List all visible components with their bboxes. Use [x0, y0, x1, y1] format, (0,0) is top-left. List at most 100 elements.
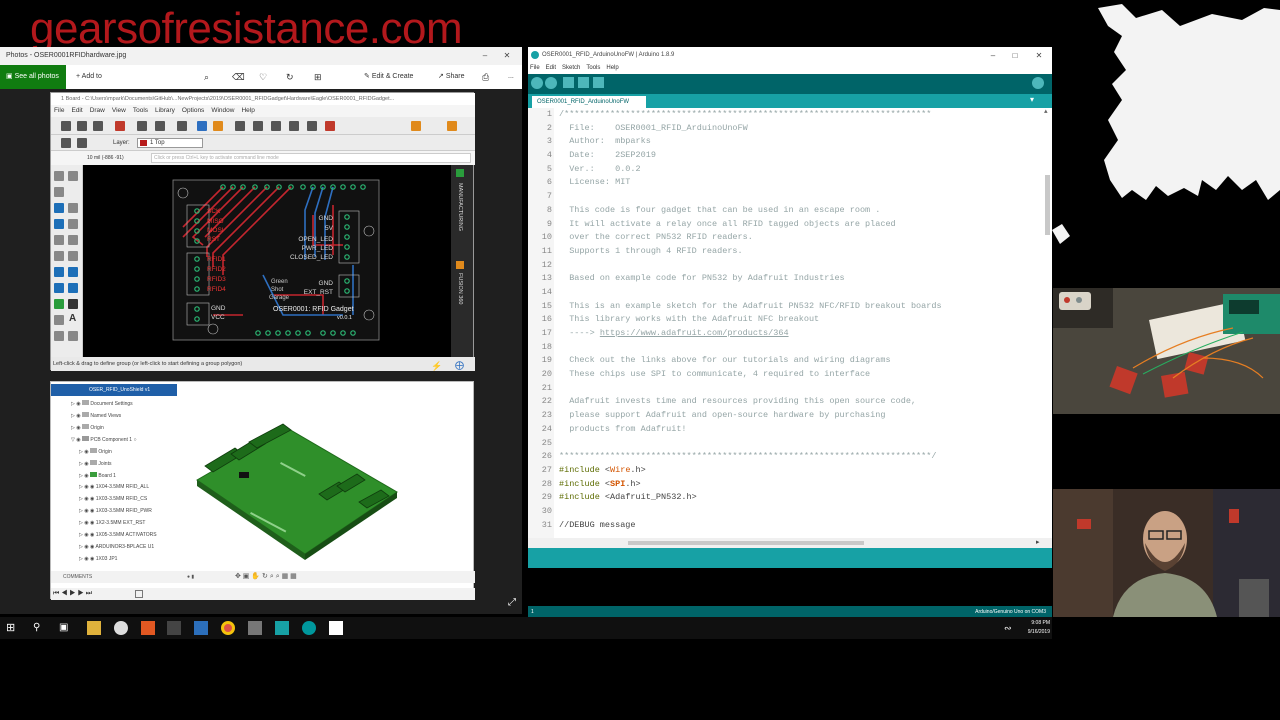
search-icon[interactable]: ⚲: [33, 621, 47, 635]
see-all-photos-button[interactable]: ▣ See all photos: [0, 65, 66, 89]
share-button[interactable]: ↗ Share: [438, 65, 465, 89]
select-icon[interactable]: [54, 187, 64, 197]
info-icon[interactable]: [54, 171, 64, 181]
eagle-menu-edit[interactable]: Edit: [71, 107, 82, 114]
expand-icon[interactable]: ⤢: [508, 598, 518, 608]
menu-tools[interactable]: Tools: [586, 65, 600, 71]
run-icon[interactable]: [155, 121, 165, 131]
tree-item[interactable]: ▷ ◉ Joints: [79, 460, 111, 467]
move-icon[interactable]: [54, 203, 64, 213]
tree-item[interactable]: ▷ ◉ Document Settings: [71, 400, 133, 407]
delete-icon[interactable]: ⌫: [232, 65, 245, 89]
measure-icon[interactable]: [68, 331, 78, 341]
eagle-menu-draw[interactable]: Draw: [90, 107, 105, 114]
menu-edit[interactable]: Edit: [546, 65, 556, 71]
stop-icon[interactable]: [325, 121, 335, 131]
tree-item[interactable]: ▷ ◉ ◉ ARDUINOR3-BPLACE U1: [79, 544, 154, 550]
dimension-icon[interactable]: [54, 331, 64, 341]
vertical-scrollbar[interactable]: [1045, 175, 1050, 235]
pcb-3d-model[interactable]: [191, 422, 411, 562]
file-explorer-icon[interactable]: [87, 621, 101, 635]
tab-menu-icon[interactable]: ▾: [1030, 95, 1034, 104]
grid-icon[interactable]: [61, 138, 71, 148]
close-icon[interactable]: ✕: [496, 47, 518, 65]
paste-icon[interactable]: [68, 235, 78, 245]
scroll-up-icon[interactable]: ▲: [1044, 108, 1048, 115]
layer-select[interactable]: 1 Top: [137, 138, 203, 148]
fusion-sync-icon[interactable]: [447, 121, 457, 131]
show-icon[interactable]: [68, 171, 78, 181]
wrench-icon[interactable]: [68, 251, 78, 261]
tree-item[interactable]: ▷ ◉ Board 1: [79, 472, 116, 479]
nav-toolbar-icon[interactable]: ✥ ▣ ✋ ↻ ⌕ ⌕ ▦ ▦: [235, 571, 297, 583]
upload-icon[interactable]: [545, 77, 557, 89]
zoom-fit-icon[interactable]: [235, 121, 245, 131]
verify-icon[interactable]: [531, 77, 543, 89]
drc-icon[interactable]: [197, 121, 207, 131]
tree-item[interactable]: ▷ ◉ ◉ 1X05-3.5MM ACTIVATORS: [79, 532, 157, 538]
app-icon[interactable]: [194, 621, 208, 635]
rotate-tool-icon[interactable]: [54, 219, 64, 229]
new-sketch-icon[interactable]: [563, 77, 574, 88]
tree-item[interactable]: ▷ ◉ Origin: [79, 448, 112, 455]
menu-help[interactable]: Help: [606, 65, 618, 71]
autoroute-icon[interactable]: [68, 283, 78, 293]
photos-app-icon[interactable]: [329, 621, 343, 635]
tree-item[interactable]: ▷ ◉ ◉ 1X2-3.5MM EXT_RST: [79, 520, 146, 526]
serial-monitor-icon[interactable]: [1032, 77, 1044, 89]
save-icon[interactable]: [77, 121, 87, 131]
more-button[interactable]: ...: [508, 65, 514, 89]
arduino-app-icon[interactable]: [302, 621, 316, 635]
print-icon[interactable]: [93, 121, 103, 131]
minimize-icon[interactable]: –: [474, 47, 496, 65]
redraw-icon[interactable]: [307, 121, 317, 131]
route-icon[interactable]: [54, 267, 64, 277]
via-icon[interactable]: [68, 299, 78, 309]
text-tool-icon[interactable]: A: [69, 313, 76, 324]
filter-icon[interactable]: [77, 138, 87, 148]
task-view-icon[interactable]: ▣: [59, 621, 73, 635]
tree-item[interactable]: ▷ ◉ Named Views: [71, 412, 121, 419]
horizontal-scrollbar[interactable]: [628, 541, 864, 545]
open-icon[interactable]: [61, 121, 71, 131]
scroll-right-icon[interactable]: ▸: [1036, 538, 1040, 548]
print-icon[interactable]: ⎙: [482, 65, 489, 89]
menu-file[interactable]: File: [530, 65, 540, 71]
system-clock[interactable]: 9:08 PM 9/16/2019: [1010, 619, 1050, 637]
zoom-select-icon[interactable]: [289, 121, 299, 131]
eagle-menu-tools[interactable]: Tools: [133, 107, 148, 114]
manufacturing-icon[interactable]: [456, 169, 464, 177]
tree-item[interactable]: ▽ ◉ PCB Component 1 ○: [71, 436, 137, 443]
eagle-menu-options[interactable]: Options: [182, 107, 204, 114]
add-to-button[interactable]: + Add to: [76, 65, 102, 89]
rotate-icon[interactable]: ↻: [286, 65, 294, 89]
app-icon[interactable]: [141, 621, 155, 635]
crop-icon[interactable]: ⊞: [314, 65, 322, 89]
polygon-icon[interactable]: [54, 299, 64, 309]
open-sketch-icon[interactable]: [578, 77, 589, 88]
manufacturing-tab[interactable]: MANUFACTURING: [457, 183, 463, 231]
circle-icon[interactable]: [54, 315, 64, 325]
eagle-menu-library[interactable]: Library: [155, 107, 175, 114]
copy-icon[interactable]: [54, 235, 64, 245]
script-icon[interactable]: [137, 121, 147, 131]
heart-icon[interactable]: ♡: [259, 65, 267, 89]
wire-icon[interactable]: [54, 283, 64, 293]
save-sketch-icon[interactable]: [593, 77, 604, 88]
ripup-icon[interactable]: [68, 267, 78, 277]
comments-toggle-icon[interactable]: ● ▮: [187, 571, 194, 583]
align-icon[interactable]: [68, 219, 78, 229]
delete-tool-icon[interactable]: [54, 251, 64, 261]
crosshair-icon[interactable]: ⨁: [455, 358, 464, 372]
tree-item[interactable]: ▷ ◉ ◉ 1X04-3.5MM RFID_ALL: [79, 484, 149, 490]
eagle-menu-file[interactable]: File: [54, 107, 64, 114]
code-editor[interactable]: 1 2 3 4 5 6 7 8 9 10 11 12 13 14 15 16 17 18 19 20 21 22 23 24 2…: [528, 108, 1052, 538]
edit-create-button[interactable]: ✎ Edit & Create: [364, 65, 413, 89]
layers-icon[interactable]: [177, 121, 187, 131]
tree-item[interactable]: ▷ ◉ ◉ 1X03 JP1: [79, 556, 117, 562]
tab-sketch[interactable]: OSER0001_RFID_ArduinoUnoFW: [532, 96, 646, 108]
tree-item[interactable]: ▷ ◉ ◉ 1X03-3.5MM RFID_PWR: [79, 508, 152, 514]
command-line-input[interactable]: Click or press Ctrl+L key to activate co…: [151, 153, 471, 163]
timeline-controls-icon[interactable]: ⏮ ◀ ▶ ▶ ⏭: [53, 588, 92, 600]
zoom-out-icon[interactable]: [271, 121, 281, 131]
